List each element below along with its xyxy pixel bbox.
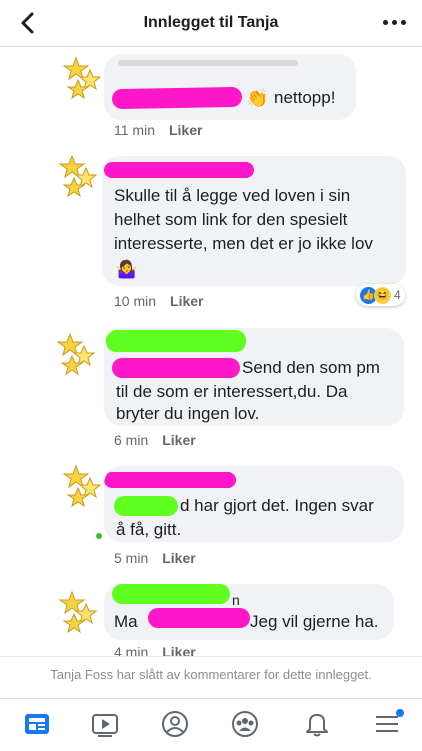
reaction-summary[interactable]: 👍 😆 4: [356, 284, 405, 306]
like-button[interactable]: Liker: [162, 432, 195, 448]
comment-author[interactable]: [118, 60, 298, 66]
comment-bubble[interactable]: 👏 nettopp!: [104, 54, 356, 120]
comment-time: 4 min: [114, 644, 149, 660]
woman-shrugging-emoji-icon: 🤷‍♀️: [116, 260, 138, 279]
comment-bubble[interactable]: Skulle til å legge ved loven i sin helhe…: [102, 156, 406, 286]
reaction-count: 4: [394, 288, 401, 302]
comment-text-line-2: Jeg vil gjerne ha.: [250, 612, 379, 631]
more-options-icon[interactable]: [383, 20, 406, 25]
bottom-tab-bar: [0, 698, 422, 751]
avatar-stars-icon: [62, 56, 102, 100]
comment-meta: 11 min Liker: [114, 122, 202, 138]
like-button[interactable]: Liker: [170, 293, 203, 309]
profile-icon[interactable]: [160, 709, 190, 739]
comment-time: 10 min: [114, 293, 157, 309]
comment-text-line-3: bryter du ingen lov.: [116, 404, 260, 423]
menu-notification-dot: [396, 709, 404, 717]
comment-meta: 10 min Liker: [114, 293, 204, 309]
notifications-bell-icon[interactable]: [302, 709, 332, 739]
comment-text-line-2: å få, gitt.: [116, 520, 182, 539]
online-status-dot: [96, 533, 102, 539]
comment-bubble[interactable]: Send den som pm til de som er interesser…: [104, 328, 404, 426]
news-feed-icon[interactable]: [22, 709, 52, 739]
watch-video-icon[interactable]: [90, 709, 120, 739]
avatar-stars-icon: [58, 590, 98, 634]
like-button[interactable]: Liker: [169, 122, 202, 138]
comment-text-line-2: til de som er interessert,du. Da: [116, 382, 348, 401]
page-title: Innlegget til Tanja: [143, 14, 279, 31]
avatar-stars-icon: [62, 464, 102, 508]
comment-author[interactable]: [106, 330, 246, 352]
groups-icon[interactable]: [230, 709, 260, 739]
comment-meta: 6 min Liker: [114, 432, 196, 448]
comment-text-line-1: d har gjort det. Ingen svar: [180, 496, 374, 515]
comment-time: 5 min: [114, 550, 149, 566]
comment-text-prefix: Ma: [114, 612, 138, 631]
comment-text-line-1: Send den som pm: [242, 358, 380, 377]
comments-closed-notice: Tanja Foss har slått av kommentarer for …: [50, 667, 372, 682]
comment-time: 6 min: [114, 432, 149, 448]
comment-meta: 4 min Liker: [114, 644, 196, 660]
comment-time: 11 min: [114, 122, 155, 138]
comment-bubble[interactable]: n Ma Jeg vil gjerne ha.: [104, 584, 394, 640]
redaction-scribble: [148, 608, 250, 628]
comment-author[interactable]: [112, 584, 230, 604]
avatar-stars-icon: [56, 332, 96, 376]
haha-reaction-icon: 😆: [374, 286, 391, 304]
comment-author[interactable]: [104, 162, 254, 178]
comment-author[interactable]: [104, 472, 236, 488]
comment-meta: 5 min Liker: [114, 550, 196, 566]
redaction-scribble: [112, 358, 240, 378]
redaction-scribble: [114, 496, 178, 516]
redaction-scribble: [111, 86, 243, 110]
clapping-emoji-icon: 👏: [246, 88, 269, 108]
divider: [0, 656, 422, 657]
like-button[interactable]: Liker: [162, 550, 195, 566]
comment-text: Skulle til å legge ved loven i sin helhe…: [114, 186, 373, 253]
header-bar: Innlegget til Tanja: [0, 0, 422, 47]
like-button[interactable]: Liker: [162, 644, 195, 660]
comment-bubble[interactable]: d har gjort det. Ingen svar å få, gitt.: [104, 466, 404, 542]
avatar-stars-icon: [58, 154, 98, 198]
comment-text: nettopp!: [274, 88, 336, 107]
